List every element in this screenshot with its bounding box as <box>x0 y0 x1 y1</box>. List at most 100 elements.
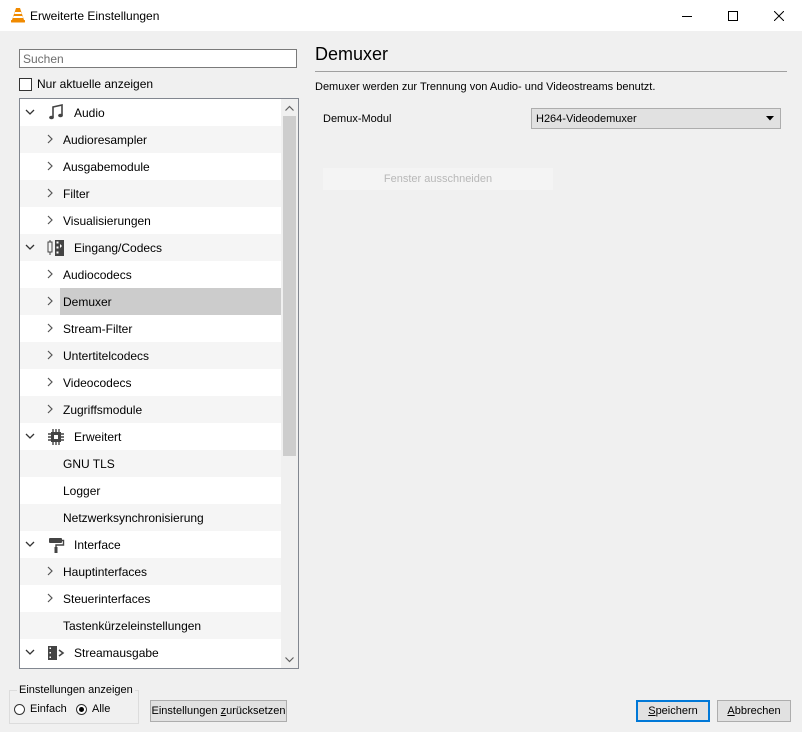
reset-label-pre: Einstellungen <box>151 705 221 717</box>
minimize-icon <box>682 15 692 17</box>
chevron-right-icon[interactable] <box>46 188 54 198</box>
demux-module-select[interactable]: H264-Videodemuxer <box>531 108 781 129</box>
chevron-right-icon[interactable] <box>46 296 54 306</box>
chevron-down-icon[interactable] <box>25 242 35 252</box>
chevron-right-icon[interactable] <box>46 269 54 279</box>
maximize-icon <box>728 10 738 21</box>
chevron-right-icon[interactable] <box>46 215 54 225</box>
paint-roller-icon <box>49 538 65 553</box>
scroll-thumb[interactable] <box>283 116 296 456</box>
radio-simple-button[interactable] <box>14 703 25 715</box>
save-label-key: S <box>648 705 656 717</box>
tree-item[interactable]: Filter <box>20 180 282 207</box>
chevron-down-icon[interactable] <box>25 431 35 441</box>
tree-item[interactable]: Streamausgabe <box>20 639 282 666</box>
demux-module-label: Demux-Modul <box>323 113 392 125</box>
tree-item-label: Steuerinterfaces <box>63 592 151 606</box>
chevron-right-icon[interactable] <box>46 566 54 576</box>
category-tree[interactable]: Audio Audioresampler Ausgabemodule Filter Vi… <box>19 98 299 669</box>
chevron-right-icon[interactable] <box>46 377 54 387</box>
tree-item[interactable]: Audiocodecs <box>20 261 282 288</box>
panel-title: Demuxer <box>315 44 389 64</box>
tree-item-label: Logger <box>63 484 101 498</box>
only-current-checkbox-row[interactable]: Nur aktuelle anzeigen <box>19 77 153 91</box>
chevron-down-icon[interactable] <box>25 647 35 657</box>
tree-item[interactable]: Untertitelcodecs <box>20 342 282 369</box>
tree-item-label: Videocodecs <box>63 376 132 390</box>
chevron-down-icon[interactable] <box>25 539 35 549</box>
chevron-right-icon[interactable] <box>46 350 54 360</box>
maximize-button[interactable] <box>710 0 756 31</box>
tree-item[interactable]: Demuxer <box>20 288 282 315</box>
search-input[interactable] <box>19 49 297 68</box>
panel-description: Demuxer werden zur Trennung von Audio- u… <box>315 81 656 93</box>
tree-item-label: Eingang/Codecs <box>74 241 163 255</box>
tree-item-label: Streamausgabe <box>74 646 159 660</box>
reset-label-post: urücksetzen <box>226 705 286 717</box>
tree-item[interactable]: Audioresampler <box>20 126 282 153</box>
chevron-right-icon[interactable] <box>46 161 54 171</box>
tree-item-label: Interface <box>74 538 121 552</box>
panel-divider <box>315 71 787 72</box>
reset-settings-button[interactable]: Einstellungen zurücksetzen <box>150 700 287 722</box>
tree-item[interactable]: Videocodecs <box>20 369 282 396</box>
tree-item[interactable]: Stream-Filter <box>20 315 282 342</box>
tree-item[interactable]: Erweitert <box>20 423 282 450</box>
tree-item[interactable]: Tastenkürzeleinstellungen <box>20 612 282 639</box>
chevron-right-icon[interactable] <box>46 323 54 333</box>
tree-item[interactable]: Steuerinterfaces <box>20 585 282 612</box>
tree-list: Audio Audioresampler Ausgabemodule Filter Vi… <box>20 99 282 666</box>
title-bar: Erweiterte Einstellungen <box>0 0 802 32</box>
tree-item-label: Filter <box>63 187 90 201</box>
radio-simple[interactable]: Einfach <box>14 703 67 715</box>
chevron-down-icon[interactable] <box>25 107 35 117</box>
tree-item[interactable]: Ausgabemodule <box>20 153 282 180</box>
tree-item[interactable]: Interface <box>20 531 282 558</box>
radio-all-button[interactable] <box>76 703 87 715</box>
save-button[interactable]: Speichern <box>636 700 710 722</box>
tree-item[interactable]: Hauptinterfaces <box>20 558 282 585</box>
tree-item-label: Tastenkürzeleinstellungen <box>63 619 202 633</box>
tree-item-label: Netzwerksynchronisierung <box>63 511 204 525</box>
chevron-up-icon <box>285 105 294 111</box>
demux-module-value: H264-Videodemuxer <box>536 113 637 125</box>
chevron-right-icon[interactable] <box>46 134 54 144</box>
tree-item-label: Audioresampler <box>63 133 148 147</box>
chip-icon <box>48 429 64 445</box>
close-button[interactable] <box>756 0 802 31</box>
radio-all-label: Alle <box>92 703 111 715</box>
cancel-button[interactable]: Abbrechen <box>717 700 791 722</box>
dropdown-arrow-icon <box>766 116 774 121</box>
tree-scrollbar[interactable] <box>281 99 298 668</box>
crop-window-button[interactable]: Fenster ausschneiden <box>323 168 553 190</box>
scroll-up-button[interactable] <box>281 99 298 116</box>
tree-item[interactable]: Eingang/Codecs <box>20 234 282 261</box>
chevron-right-icon[interactable] <box>46 404 54 414</box>
tree-item[interactable]: GNU TLS <box>20 450 282 477</box>
cancel-label-rest: bbrechen <box>734 705 781 717</box>
tree-item-label: Ausgabemodule <box>63 160 150 174</box>
tree-item-label: Audiocodecs <box>63 268 132 282</box>
tree-item[interactable]: Visualisierungen <box>20 207 282 234</box>
tree-item[interactable]: Logger <box>20 477 282 504</box>
tree-item[interactable]: Zugriffsmodule <box>20 396 282 423</box>
tree-item[interactable]: Netzwerksynchronisierung <box>20 504 282 531</box>
tree-item-label: Audio <box>74 106 105 120</box>
music-note-icon <box>49 104 63 120</box>
chevron-down-icon <box>285 656 294 662</box>
tree-item-label: Demuxer <box>63 295 112 309</box>
tree-item-label: GNU TLS <box>63 457 115 471</box>
tree-item-label: Zugriffsmodule <box>63 403 143 417</box>
radio-all[interactable]: Alle <box>76 703 110 715</box>
stream-output-icon <box>48 646 65 660</box>
tree-item[interactable]: Audio <box>20 99 282 126</box>
close-icon <box>774 10 784 21</box>
save-label-rest: peichern <box>655 705 698 717</box>
scroll-down-button[interactable] <box>281 651 298 668</box>
tree-item-label: Stream-Filter <box>63 322 133 336</box>
minimize-button[interactable] <box>664 0 710 31</box>
chevron-right-icon[interactable] <box>46 593 54 603</box>
show-settings-label: Einstellungen anzeigen <box>17 684 135 696</box>
only-current-checkbox[interactable] <box>19 77 32 91</box>
radio-simple-label: Einfach <box>30 703 67 715</box>
